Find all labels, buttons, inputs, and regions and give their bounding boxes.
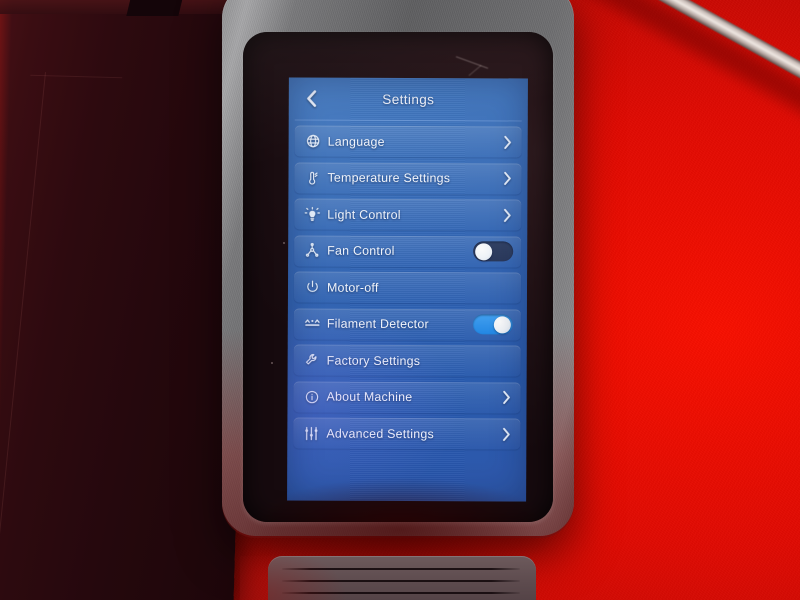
glass-scratch-secondary	[468, 64, 482, 77]
toggle-knob	[494, 315, 512, 333]
settings-row-fan-control[interactable]: Fan Control	[294, 235, 522, 267]
settings-row-label: Language	[327, 134, 385, 149]
settings-row-label: Advanced Settings	[326, 426, 434, 441]
sliders-icon	[296, 425, 326, 441]
settings-row-label: Temperature Settings	[327, 170, 451, 186]
settings-row-language[interactable]: Language	[294, 125, 522, 158]
settings-row-about-machine[interactable]: About Machine	[293, 381, 521, 413]
fan-control-toggle[interactable]	[473, 241, 514, 262]
settings-row-light-control[interactable]: Light Control	[294, 198, 522, 231]
settings-row-motor-off[interactable]: Motor-off	[293, 271, 522, 304]
settings-row-label: Factory Settings	[326, 353, 421, 368]
settings-list: Language Temperature Settings Light Cont…	[287, 125, 527, 450]
settings-row-label: Motor-off	[326, 280, 379, 295]
printer-grille	[268, 556, 536, 600]
filament-detector-toggle[interactable]	[472, 314, 513, 335]
power-icon	[297, 280, 327, 295]
settings-row-label: About Machine	[326, 389, 413, 405]
header-divider	[294, 119, 522, 122]
lightbulb-icon	[297, 206, 327, 222]
chevron-right-icon	[502, 207, 512, 223]
dust-speck	[283, 242, 285, 244]
photo-scene: Settings Language Temperature Settings L…	[0, 0, 800, 600]
grille-line	[282, 568, 520, 570]
dust-speck	[271, 362, 273, 364]
grille-line	[282, 592, 520, 594]
chevron-right-icon	[501, 389, 511, 405]
settings-row-advanced-settings[interactable]: Advanced Settings	[293, 417, 521, 450]
filament-sensor-icon	[297, 315, 327, 332]
back-button[interactable]	[298, 86, 326, 112]
chevron-left-icon	[305, 89, 319, 109]
settings-row-label: Filament Detector	[326, 316, 429, 332]
settings-row-filament-detector[interactable]: Filament Detector	[293, 308, 521, 340]
settings-row-factory-settings[interactable]: Factory Settings	[293, 344, 521, 377]
glass-scratch	[455, 56, 489, 69]
globe-icon	[298, 134, 328, 149]
settings-row-temperature-settings[interactable]: Temperature Settings	[294, 162, 522, 194]
screen-header: Settings	[289, 77, 528, 120]
grille-line	[282, 580, 520, 582]
settings-row-label: Fan Control	[327, 243, 395, 258]
chevron-right-icon	[501, 426, 511, 442]
thermometer-icon	[297, 170, 327, 185]
printer-top-strip	[0, 0, 229, 14]
fan-icon	[297, 242, 327, 259]
printer-body-left	[0, 0, 251, 600]
settings-row-label: Light Control	[327, 207, 401, 222]
toggle-knob	[474, 242, 492, 260]
chevron-right-icon	[503, 134, 513, 150]
info-circle-icon	[296, 389, 326, 404]
printer-top-bracket	[126, 0, 187, 16]
chevron-right-icon	[502, 170, 512, 186]
wrench-icon	[297, 353, 327, 368]
settings-screen: Settings Language Temperature Settings L…	[287, 77, 528, 502]
